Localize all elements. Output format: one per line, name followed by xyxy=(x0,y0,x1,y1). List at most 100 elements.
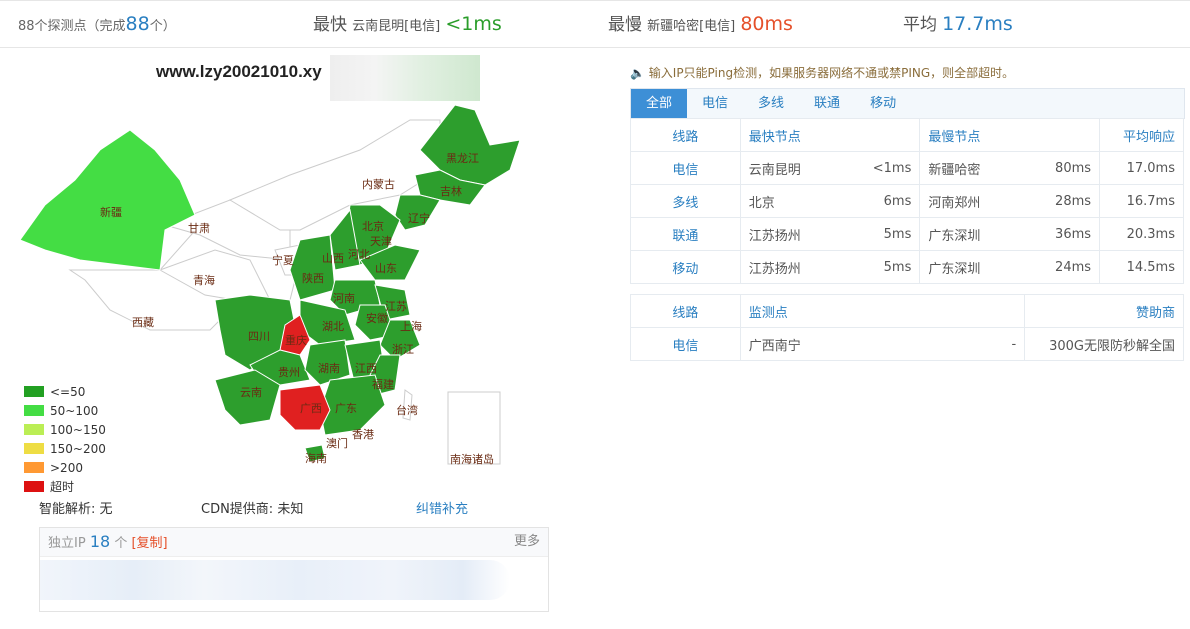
tab-unicom[interactable]: 联通 xyxy=(799,89,855,118)
map-label-hunan: 湖南 xyxy=(318,362,340,375)
slowest-label: 最慢 xyxy=(608,15,642,35)
map-label-heilongjiang: 黑龙江 xyxy=(446,152,479,165)
legend-item: 100~150 xyxy=(24,420,106,439)
map-label-gansu: 甘肃 xyxy=(188,222,210,235)
average-summary: 平均 17.7ms xyxy=(903,1,1013,47)
legend-swatch xyxy=(24,443,44,454)
report-error-link[interactable]: 纠错补充 xyxy=(416,498,468,517)
legend-label: 50~100 xyxy=(50,403,99,418)
map-label-hubei: 湖北 xyxy=(322,320,344,333)
legend-label: >200 xyxy=(50,460,83,475)
map-label-zhejiang: 浙江 xyxy=(392,343,414,356)
row-avg: 14.5ms xyxy=(1099,250,1184,284)
legend-swatch xyxy=(24,405,44,416)
fastest-label: 最快 xyxy=(313,15,347,35)
monitor-header-row: 线路 监测点 赞助商 xyxy=(630,294,1184,328)
tab-all[interactable]: 全部 xyxy=(631,89,688,118)
monitor-header-sponsor: 赞助商 xyxy=(1024,294,1184,328)
row-fast-ms: <1ms xyxy=(844,151,921,185)
map-label-fujian: 福建 xyxy=(372,377,394,391)
probe-suffix: 个） xyxy=(149,19,176,34)
map-label-sichuan: 四川 xyxy=(248,330,270,343)
row-fast-node: 北京 xyxy=(739,184,845,218)
row-line: 电信 xyxy=(630,151,741,185)
tab-telecom[interactable]: 电信 xyxy=(687,89,743,118)
row-slow-node: 新疆哈密 xyxy=(919,151,1025,185)
table-row: 多线 北京 6ms 河南郑州 28ms 16.7ms xyxy=(630,184,1184,218)
legend-swatch xyxy=(24,462,44,473)
smart-dns-info: 智能解析: 无 xyxy=(39,502,113,517)
legend-label: 150~200 xyxy=(50,441,106,456)
row-fast-ms: 5ms xyxy=(844,217,921,251)
map-label-shanxi: 山西 xyxy=(322,252,344,265)
tab-mobile[interactable]: 移动 xyxy=(855,89,911,118)
speaker-icon: 🔈 xyxy=(630,66,645,80)
table-row: 电信 云南昆明 <1ms 新疆哈密 80ms 17.0ms xyxy=(630,151,1184,185)
ip-label: 独立IP xyxy=(48,536,86,551)
legend-item: <=50 xyxy=(24,382,106,401)
row-line: 联通 xyxy=(630,217,741,251)
more-link[interactable]: 更多 xyxy=(514,528,540,556)
map-label-taiwan: 台湾 xyxy=(396,403,418,417)
row-slow-node: 广东深圳 xyxy=(919,217,1025,251)
result-table: 线路 最快节点 最慢节点 平均响应 电信 云南昆明 <1ms 新疆哈密 80ms… xyxy=(630,118,1184,284)
row-fast-node: 云南昆明 xyxy=(739,151,845,185)
legend-item: >200 xyxy=(24,458,106,477)
legend-swatch xyxy=(24,424,44,435)
monitor-row: 电信 广西南宁 - 300G无限防秒解全国 xyxy=(630,327,1184,361)
row-avg: 16.7ms xyxy=(1099,184,1184,218)
table-row: 移动 江苏扬州 5ms 广东深圳 24ms 14.5ms xyxy=(630,250,1184,284)
map-label-jiangsu: 江苏 xyxy=(385,300,407,313)
monitor-row-line: 电信 xyxy=(630,327,741,361)
map-label-aomen: 澳门 xyxy=(326,436,348,450)
row-fast-node: 江苏扬州 xyxy=(739,217,845,251)
map-label-yunnan: 云南 xyxy=(240,386,262,399)
average-value: 17.7ms xyxy=(942,13,1013,35)
map-label-hainan: 海南 xyxy=(305,451,327,465)
row-slow-node: 河南郑州 xyxy=(919,184,1025,218)
map-label-henan: 河南 xyxy=(333,292,355,305)
monitor-row-point: 广西南宁 xyxy=(739,327,920,361)
ip-panel-header: 独立IP 18 个 [复制] 更多 xyxy=(40,528,548,557)
map-label-guangxi: 广西 xyxy=(300,402,322,415)
monitor-header-line: 线路 xyxy=(630,294,741,328)
monitor-table: 线路 监测点 赞助商 电信 广西南宁 - 300G无限防秒解全国 xyxy=(630,294,1184,361)
copy-button[interactable]: [复制] xyxy=(131,536,167,551)
slowest-value: 80ms xyxy=(740,13,793,35)
header-fastest: 最快节点 xyxy=(739,118,921,152)
row-line: 移动 xyxy=(630,250,741,284)
row-slow-node: 广东深圳 xyxy=(919,250,1025,284)
ip-unit: 个 xyxy=(114,536,128,551)
row-slow-ms: 80ms xyxy=(1024,151,1101,185)
fastest-location: 云南昆明[电信] xyxy=(352,19,441,34)
map-label-guangdong: 广东 xyxy=(335,402,357,415)
map-label-jiangxi: 江西 xyxy=(355,362,377,375)
map-label-beijing: 北京 xyxy=(362,219,384,233)
row-avg: 20.3ms xyxy=(1099,217,1184,251)
line-tabs: 全部 电信 多线 联通 移动 xyxy=(630,88,1185,119)
map-label-shandong: 山东 xyxy=(375,262,397,275)
map-label-tianjin: 天津 xyxy=(370,235,392,248)
row-line: 多线 xyxy=(630,184,741,218)
notice-text: 输入IP只能Ping检测，如果服务器网络不通或禁PING，则全部超时。 xyxy=(648,66,1015,80)
slowest-summary: 最慢 新疆哈密[电信] 80ms xyxy=(608,1,793,47)
independent-ip-panel: 独立IP 18 个 [复制] 更多 xyxy=(39,527,549,612)
legend-item: 150~200 xyxy=(24,439,106,458)
summary-bar: 88个探测点（完成88个） 最快 云南昆明[电信] <1ms 最慢 新疆哈密[电… xyxy=(0,0,1190,48)
slowest-location: 新疆哈密[电信] xyxy=(647,19,736,34)
map-label-anhui: 安徽 xyxy=(366,311,388,325)
map-label-jilin: 吉林 xyxy=(440,184,462,198)
tab-multiline[interactable]: 多线 xyxy=(743,89,799,118)
map-label-ningxia: 宁夏 xyxy=(272,253,294,267)
row-fast-ms: 6ms xyxy=(844,184,921,218)
map-label-neimenggu: 内蒙古 xyxy=(362,177,395,191)
row-slow-ms: 28ms xyxy=(1024,184,1101,218)
fastest-summary: 最快 云南昆明[电信] <1ms xyxy=(313,1,502,47)
map-label-liaoning: 辽宁 xyxy=(408,211,430,225)
map-label-shaanxi: 陕西 xyxy=(302,271,324,285)
probe-done-count: 88 xyxy=(125,13,150,35)
legend-item: 超时 xyxy=(24,477,106,496)
sponsor-link[interactable]: 300G无限防秒解全国 xyxy=(1024,327,1184,361)
ip-count: 18 xyxy=(89,532,111,551)
map-label-guizhou: 贵州 xyxy=(278,366,300,379)
